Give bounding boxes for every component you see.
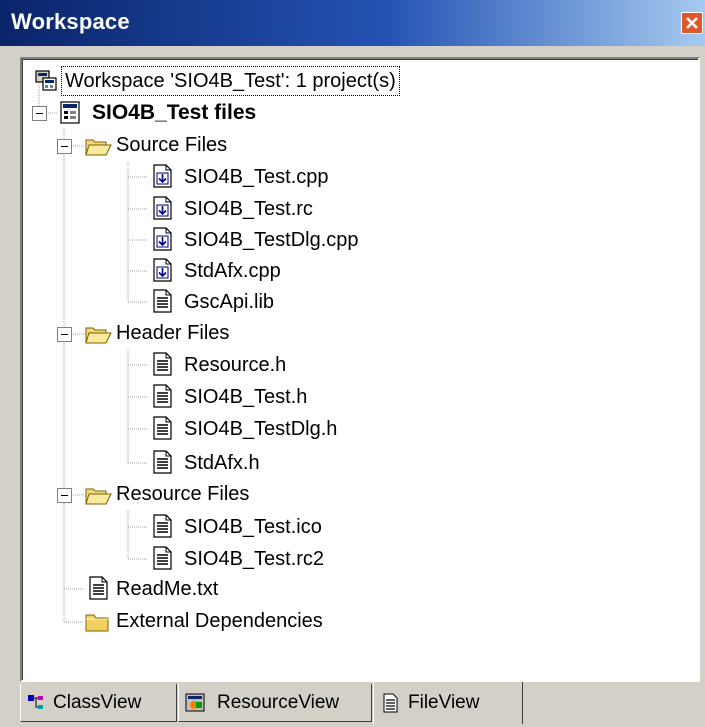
source-file-icon — [153, 258, 172, 282]
workspace-window: Workspace Workspace 'SIO4B_Test': 1 proj… — [0, 0, 705, 727]
file-label: StdAfx.h — [184, 452, 260, 474]
file-label: SIO4B_Test.cpp — [184, 166, 329, 188]
file-label: SIO4B_Test.rc2 — [184, 548, 325, 570]
source-file-icon — [153, 196, 172, 220]
file-label: StdAfx.cpp — [184, 260, 281, 282]
folder-closed-icon — [85, 614, 109, 632]
text-file-icon — [153, 416, 172, 440]
file-label: SIO4B_TestDlg.h — [184, 418, 338, 440]
tab-label: FileView — [408, 692, 480, 713]
text-file-icon — [153, 352, 172, 376]
folder-open-icon — [85, 327, 112, 344]
resource-files-label: Resource Files — [116, 483, 250, 505]
expander-header-files[interactable] — [57, 327, 72, 342]
tree-item-file[interactable]: StdAfx.cpp — [150, 257, 550, 289]
project-icon — [60, 101, 80, 124]
tab-label: ResourceView — [217, 692, 340, 713]
tree-item-file[interactable]: StdAfx.h — [150, 449, 550, 481]
readme-label: ReadMe.txt — [116, 578, 219, 600]
workspace-icon — [35, 70, 57, 91]
file-tree-panel[interactable]: Workspace 'SIO4B_Test': 1 project(s) SIO… — [20, 57, 700, 682]
expander-project[interactable] — [32, 106, 47, 121]
text-file-icon — [153, 384, 172, 408]
workspace-label: Workspace 'SIO4B_Test': 1 project(s) — [61, 66, 400, 96]
classview-icon — [28, 695, 43, 709]
expander-source-files[interactable] — [57, 139, 72, 154]
tab-label: ClassView — [53, 692, 142, 713]
tree-item-file[interactable]: SIO4B_TestDlg.h — [150, 415, 550, 447]
tree-item-workspace[interactable]: Workspace 'SIO4B_Test': 1 project(s) — [34, 66, 634, 99]
source-file-icon — [153, 227, 172, 251]
tree-item-file[interactable]: SIO4B_Test.rc2 — [150, 545, 550, 577]
close-button[interactable] — [681, 12, 703, 34]
source-file-icon — [153, 164, 172, 188]
tab-fileview[interactable]: FileView — [373, 682, 523, 724]
tree-item-readme[interactable]: ReadMe.txt — [86, 575, 486, 607]
tree-item-header-files[interactable]: Header Files — [84, 319, 384, 351]
resourceview-icon — [185, 693, 205, 712]
project-label: SIO4B_Test files — [92, 101, 257, 124]
tab-classview[interactable]: ClassView — [20, 684, 177, 722]
tree-item-file[interactable]: SIO4B_Test.cpp — [150, 163, 550, 195]
tree-item-file[interactable]: SIO4B_Test.h — [150, 383, 550, 415]
text-file-icon — [153, 289, 172, 313]
title-bar[interactable]: Workspace — [0, 0, 705, 46]
expander-resource-files[interactable] — [57, 488, 72, 503]
text-file-icon — [153, 450, 172, 474]
folder-open-icon — [85, 488, 112, 505]
file-label: SIO4B_Test.h — [184, 386, 308, 408]
folder-open-icon — [85, 139, 112, 156]
tree-item-file[interactable]: SIO4B_Test.rc — [150, 195, 550, 227]
header-files-label: Header Files — [116, 322, 230, 344]
tab-resourceview[interactable]: ResourceView — [178, 684, 372, 722]
file-label: GscApi.lib — [184, 291, 275, 313]
tree-item-resource-files[interactable]: Resource Files — [84, 480, 384, 512]
tree-item-file[interactable]: SIO4B_Test.ico — [150, 513, 550, 545]
file-label: SIO4B_TestDlg.cpp — [184, 229, 359, 251]
text-file-icon — [89, 576, 108, 600]
file-label: SIO4B_Test.ico — [184, 516, 322, 538]
source-files-label: Source Files — [116, 134, 228, 156]
text-file-icon — [153, 514, 172, 538]
text-file-icon — [153, 546, 172, 570]
tree-item-source-files[interactable]: Source Files — [84, 131, 384, 163]
external-dependencies-label: External Dependencies — [116, 610, 323, 632]
file-label: SIO4B_Test.rc — [184, 198, 313, 220]
close-icon — [686, 17, 698, 29]
tree-item-file[interactable]: Resource.h — [150, 351, 550, 383]
tree-item-file[interactable]: GscApi.lib — [150, 288, 550, 320]
window-title: Workspace — [11, 9, 130, 34]
tree-item-file[interactable]: SIO4B_TestDlg.cpp — [150, 226, 550, 258]
view-tabs: ClassView ResourceView FileView — [20, 682, 700, 724]
tree-item-project[interactable]: SIO4B_Test files — [58, 99, 458, 131]
tree-item-external-dependencies[interactable]: External Dependencies — [84, 607, 484, 639]
fileview-icon — [383, 693, 398, 713]
file-label: Resource.h — [184, 354, 287, 376]
